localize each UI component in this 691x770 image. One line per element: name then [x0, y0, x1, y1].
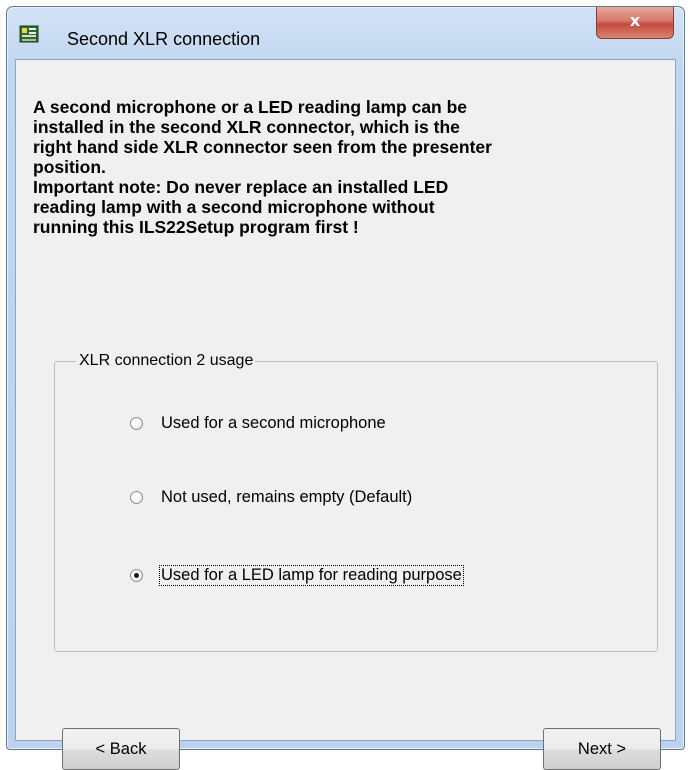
option-label[interactable]: Used for a LED lamp for reading purpose: [159, 565, 464, 586]
option-label[interactable]: Not used, remains empty (Default): [160, 488, 413, 507]
radio-button-selected[interactable]: [130, 569, 143, 582]
description-text: A second microphone or a LED reading lam…: [33, 97, 492, 237]
title-bar[interactable]: Second XLR connection x: [7, 7, 684, 59]
group-label: XLR connection 2 usage: [76, 352, 256, 370]
option-label[interactable]: Used for a second microphone: [160, 414, 387, 433]
close-button[interactable]: x: [596, 7, 674, 39]
radio-button[interactable]: [130, 417, 143, 430]
radio-dot-icon: [134, 573, 139, 578]
dialog-body: A second microphone or a LED reading lam…: [15, 59, 676, 770]
app-icon: [19, 25, 39, 43]
back-button[interactable]: < Back: [62, 728, 180, 770]
dialog-window: Second XLR connection x A second microph…: [6, 6, 685, 770]
close-icon: x: [629, 11, 641, 30]
radio-button[interactable]: [130, 491, 143, 504]
next-button[interactable]: Next >: [543, 728, 661, 770]
window-title: Second XLR connection: [67, 29, 261, 49]
